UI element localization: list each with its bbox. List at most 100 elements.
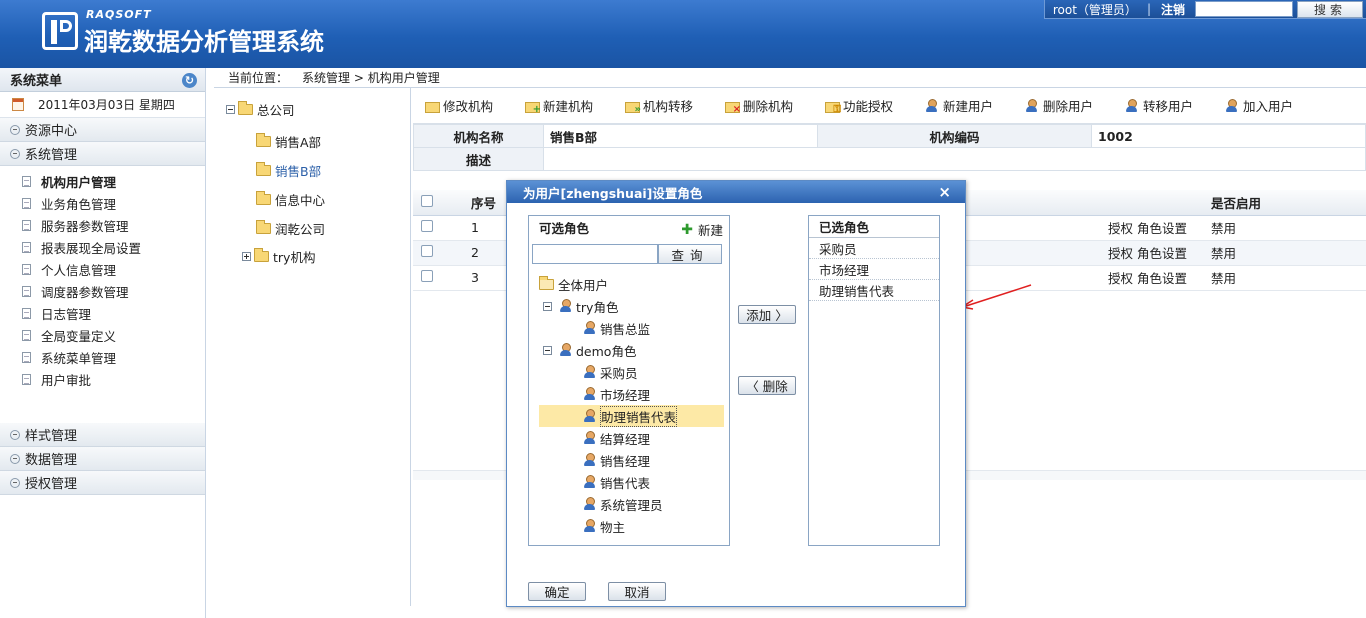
- delete-org-icon: ×: [725, 99, 741, 114]
- new-user-icon: [925, 98, 939, 113]
- join-user-button[interactable]: 加入用户: [1225, 96, 1313, 115]
- tree-node-info-center[interactable]: 信息中心: [256, 190, 325, 209]
- role-search-input[interactable]: [532, 244, 658, 264]
- tree-node-try[interactable]: try机构: [242, 247, 315, 266]
- toolbar-label: 转移用户: [1143, 99, 1194, 114]
- role-tree-item[interactable]: 销售总监: [583, 318, 650, 338]
- role-tree-try-role[interactable]: try角色: [543, 296, 618, 316]
- available-roles-pane: 可选角色 ✚ 新建 查询 全体用户 try角色 销售总监 demo角色 采购员 …: [528, 215, 730, 546]
- menu-group-resource[interactable]: 资源中心: [0, 118, 205, 142]
- search-button[interactable]: 搜索: [1297, 0, 1363, 18]
- collapse-toggle-icon[interactable]: [543, 345, 552, 355]
- menu-item-log[interactable]: 日志管理: [0, 302, 205, 324]
- selected-role-item[interactable]: 采购员: [809, 238, 939, 259]
- dialog-title-bar: 为用户[zhengshuai]设置角色 ×: [507, 181, 965, 203]
- date-row: 2011年03月03日 星期四: [0, 92, 205, 118]
- move-org-button[interactable]: » 机构转移: [625, 96, 713, 115]
- role-tree-demo-role[interactable]: demo角色: [543, 340, 636, 360]
- collapse-toggle-icon[interactable]: [226, 105, 235, 114]
- tree-node-raqsoft[interactable]: 润乾公司: [256, 219, 325, 238]
- confirm-button[interactable]: 确定: [528, 582, 586, 601]
- role-tree-item[interactable]: 销售代表: [583, 472, 650, 492]
- menu-item-global-vars[interactable]: 全局变量定义: [0, 324, 205, 346]
- new-role-button[interactable]: ✚ 新建: [681, 220, 723, 239]
- refresh-icon[interactable]: ↻: [182, 73, 197, 88]
- row-checkbox[interactable]: [421, 270, 433, 282]
- row-checkbox[interactable]: [421, 220, 433, 232]
- search-input[interactable]: [1195, 1, 1293, 17]
- delete-org-button[interactable]: × 删除机构: [725, 96, 813, 115]
- document-icon: [22, 219, 31, 231]
- new-org-button[interactable]: + 新建机构: [525, 96, 613, 115]
- cancel-button[interactable]: 取消: [608, 582, 666, 601]
- tree-node-sales-b[interactable]: 销售B部: [256, 161, 321, 180]
- breadcrumb-path: 系统管理 > 机构用户管理: [302, 71, 440, 85]
- remove-role-button[interactable]: 〈 删除: [738, 376, 796, 395]
- edit-org-button[interactable]: 修改机构: [425, 96, 513, 115]
- select-all-header: [413, 190, 463, 216]
- selected-roles-header: 已选角色: [809, 216, 939, 238]
- role-tree-item[interactable]: 销售经理: [583, 450, 650, 470]
- tree-node-label: 润乾公司: [275, 222, 326, 237]
- document-icon: [22, 373, 31, 385]
- menu-item-menu-manage[interactable]: 系统菜单管理: [0, 346, 205, 368]
- collapse-icon: [10, 477, 20, 488]
- collapse-toggle-icon[interactable]: [543, 301, 552, 311]
- tree-node-label: 销售A部: [275, 135, 322, 150]
- toolbar-label: 新建机构: [543, 99, 594, 114]
- menu-group-style[interactable]: 样式管理: [0, 423, 205, 447]
- role-icon: [583, 409, 597, 423]
- toolbar-label: 机构转移: [643, 99, 694, 114]
- logout-link[interactable]: 注销: [1161, 1, 1185, 18]
- menu-item-org-user[interactable]: 机构用户管理: [0, 170, 205, 192]
- menu-group-data[interactable]: 数据管理: [0, 447, 205, 471]
- calendar-icon: [12, 98, 24, 111]
- delete-user-button[interactable]: 删除用户: [1025, 96, 1113, 115]
- menu-item-personal-info[interactable]: 个人信息管理: [0, 258, 205, 280]
- role-icon: [583, 321, 597, 335]
- role-tree-item[interactable]: 结算经理: [583, 428, 650, 448]
- row-checkbox[interactable]: [421, 245, 433, 257]
- menu-item-scheduler-params[interactable]: 调度器参数管理: [0, 280, 205, 302]
- select-all-checkbox[interactable]: [421, 194, 433, 207]
- menu-item-label: 调度器参数管理: [41, 284, 129, 300]
- move-user-button[interactable]: 转移用户: [1125, 96, 1213, 115]
- role-tree-item[interactable]: 系统管理员: [583, 494, 663, 514]
- role-tree-all-users[interactable]: 全体用户: [539, 274, 608, 294]
- query-button[interactable]: 查询: [658, 244, 722, 264]
- menu-group-system[interactable]: 系统管理: [0, 142, 205, 166]
- role-tree-item-selected[interactable]: 助理销售代表: [583, 405, 678, 427]
- menu-item-user-approval[interactable]: 用户审批: [0, 368, 205, 390]
- add-role-button[interactable]: 添加 〉: [738, 305, 796, 324]
- menu-item-label: 报表展现全局设置: [41, 240, 142, 256]
- menu-group-auth[interactable]: 授权管理: [0, 471, 205, 495]
- role-tree-label: 物主: [600, 519, 626, 535]
- selected-role-item[interactable]: 助理销售代表: [809, 280, 939, 301]
- org-desc-label: 描述: [413, 147, 544, 171]
- tree-node-root[interactable]: 总公司: [226, 100, 295, 119]
- role-tree-item[interactable]: 市场经理: [583, 384, 650, 404]
- tree-node-sales-a[interactable]: 销售A部: [256, 132, 321, 151]
- org-code-value: 1002: [1091, 124, 1366, 148]
- menu-title-bar: 系统菜单 ↻: [0, 68, 205, 92]
- raqsoft-logo: [42, 12, 78, 50]
- new-user-button[interactable]: 新建用户: [925, 96, 1013, 115]
- menu-item-business-role[interactable]: 业务角色管理: [0, 192, 205, 214]
- menu-group-label: 样式管理: [25, 429, 78, 444]
- menu-item-server-params[interactable]: 服务器参数管理: [0, 214, 205, 236]
- collapse-icon: [10, 453, 20, 464]
- tree-node-label: try机构: [273, 250, 316, 265]
- role-tree-item[interactable]: 采购员: [583, 362, 638, 382]
- user-bar-separator: |: [1146, 2, 1151, 16]
- selected-role-item[interactable]: 市场经理: [809, 259, 939, 280]
- role-tree-item[interactable]: 物主: [583, 516, 625, 536]
- menu-item-report-settings[interactable]: 报表展现全局设置: [0, 236, 205, 258]
- expand-toggle-icon[interactable]: [242, 252, 251, 261]
- toolbar-label: 删除机构: [743, 99, 794, 114]
- org-name-value: 销售B部: [543, 124, 818, 148]
- breadcrumb: 当前位置： 系统管理 > 机构用户管理: [214, 68, 1366, 88]
- close-icon[interactable]: ×: [938, 183, 951, 201]
- role-tree-label: 销售总监: [600, 321, 651, 337]
- function-auth-button[interactable]: ⚿ 功能授权: [825, 96, 913, 115]
- role-icon: [583, 475, 597, 489]
